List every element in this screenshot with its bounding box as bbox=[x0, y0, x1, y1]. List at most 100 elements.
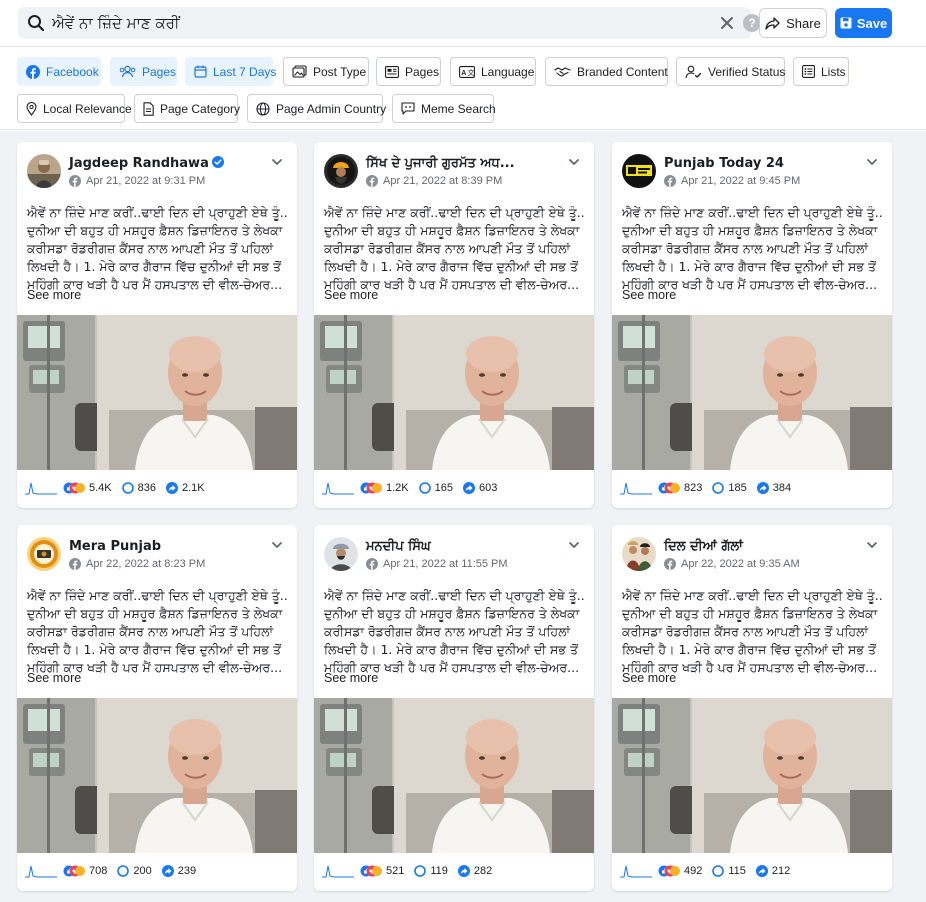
post-card[interactable]: ਸਿੱਖ ਦੇ ਪੁਜਾਰੀ ਗੁਰਮੱਤ ਅਧ... Apr 21, 2022… bbox=[314, 142, 594, 508]
post-text: ਐਵੇਂ ਨਾ ਜ਼ਿੰਦੇ ਮਾਣ ਕਰੀਂ..ਢਾਈ ਦਿਨ ਦੀ ਪ੍ਰਾ… bbox=[622, 587, 884, 677]
filter-chip-post-type[interactable]: Post Type bbox=[283, 57, 369, 86]
post-image[interactable] bbox=[314, 698, 594, 853]
save-button[interactable]: Save bbox=[835, 8, 892, 38]
filter-chip-verified-status[interactable]: Verified Status bbox=[676, 57, 785, 86]
filter-chip-lists[interactable]: Lists bbox=[793, 57, 849, 86]
reactions-stat: 823 bbox=[658, 482, 702, 494]
post-card[interactable]: ਮਨਦੀਪ ਸਿੰਘ Apr 21, 2022 at 11:55 PM ਐਵੇਂ… bbox=[314, 525, 594, 891]
post-stats: 492 115 212 bbox=[620, 860, 794, 882]
comments-stat: 165 bbox=[418, 482, 453, 494]
avatar[interactable] bbox=[27, 537, 61, 571]
post-text: ਐਵੇਂ ਨਾ ਜ਼ਿੰਦੇ ਮਾਣ ਕਰੀਂ..ਢਾਈ ਦਿਨ ਦੀ ਪ੍ਰਾ… bbox=[622, 204, 884, 294]
post-image[interactable] bbox=[314, 315, 594, 470]
post-date[interactable]: Apr 21, 2022 at 9:45 PM bbox=[681, 175, 800, 187]
post-date[interactable]: Apr 22, 2022 at 8:23 PM bbox=[86, 558, 205, 570]
see-more-link[interactable]: See more bbox=[27, 671, 81, 685]
filter-chip-pages[interactable]: Pages bbox=[376, 57, 441, 86]
see-more-link[interactable]: See more bbox=[324, 671, 378, 685]
comment-icon bbox=[121, 482, 134, 494]
filter-chip-meme-search[interactable]: Meme Search bbox=[392, 94, 496, 123]
page-category-icon bbox=[143, 101, 154, 116]
post-text-line: ਲਿਖਦੀ ਹੈ। 1. ਮੇਰੇ ਕਾਰ ਗੈਰਾਜ ਵਿੱਚ ਦੁਨੀਆਂ … bbox=[324, 642, 578, 657]
search-bar[interactable]: ਐਵੇਂ ਨਾ ਜ਼ਿੰਦੇ ਮਾਣ ਕਰੀਂ ? bbox=[18, 7, 761, 39]
comment-icon bbox=[117, 865, 130, 877]
author-name[interactable]: Punjab Today 24 bbox=[664, 156, 784, 171]
author-name[interactable]: ਦਿਲ ਦੀਆਂ ਗੱਲਾਂ bbox=[664, 539, 743, 554]
filter-chip-local-relevance[interactable]: Local Relevance bbox=[17, 94, 132, 123]
facebook-small-icon bbox=[664, 175, 676, 187]
chevron-down-icon[interactable] bbox=[271, 156, 283, 168]
post-date[interactable]: Apr 21, 2022 at 9:31 PM bbox=[86, 175, 205, 187]
comments-stat: 185 bbox=[712, 482, 747, 494]
post-text-line: ਲਿਖਦੀ ਹੈ। 1. ਮੇਰੇ ਕਾਰ ਗੈਰਾਜ ਵਿੱਚ ਦੁਨੀਆਂ … bbox=[27, 642, 281, 657]
chevron-down-icon[interactable] bbox=[568, 156, 580, 168]
verified-user-icon bbox=[685, 65, 702, 78]
shares-stat: 2.1K bbox=[166, 482, 205, 494]
chevron-down-icon[interactable] bbox=[271, 539, 283, 551]
post-text-line: ਲਿਖਦੀ ਹੈ। 1. ਮੇਰੇ ਕਾਰ ਗੈਰਾਜ ਵਿੱਚ ਦੁਨੀਆਂ … bbox=[324, 259, 578, 274]
post-text-line: ਦੁਨੀਆ ਦੀ ਬਹੁਤ ਹੀ ਮਸ਼ਹੂਰ ਫ਼ੈਸ਼ਨ ਡਿਜ਼ਾਇਨਰ … bbox=[27, 606, 283, 621]
post-text-line: ਐਵੇਂ ਨਾ ਜ਼ਿੰਦੇ ਮਾਣ ਕਰੀਂ..ਢਾਈ ਦਿਨ ਦੀ ਪ੍ਰਾ… bbox=[27, 205, 288, 220]
post-stats: 708 200 239 bbox=[25, 860, 200, 882]
share-button[interactable]: Share bbox=[759, 8, 827, 38]
avatar[interactable] bbox=[622, 537, 656, 571]
post-text: ਐਵੇਂ ਨਾ ਜ਼ਿੰਦੇ ਮਾਣ ਕਰੀਂ..ਢਾਈ ਦਿਨ ਦੀ ਪ੍ਰਾ… bbox=[324, 204, 586, 294]
svg-text:文: 文 bbox=[468, 67, 475, 76]
post-meta: Apr 22, 2022 at 8:23 PM bbox=[69, 558, 205, 570]
comment-icon bbox=[414, 865, 427, 877]
activity-sparkline bbox=[620, 865, 652, 878]
post-image[interactable] bbox=[17, 698, 297, 853]
post-image[interactable] bbox=[612, 698, 892, 853]
filter-chip-branded-content[interactable]: Branded Content bbox=[545, 57, 668, 86]
post-date[interactable]: Apr 21, 2022 at 11:55 PM bbox=[383, 558, 508, 570]
filter-chip-pages-type[interactable]: Pages bbox=[110, 57, 177, 86]
facebook-small-icon bbox=[69, 558, 81, 570]
filter-chip-page-category[interactable]: Page Category bbox=[134, 94, 240, 123]
author-name[interactable]: Mera Punjab bbox=[69, 539, 161, 554]
share-count-icon bbox=[463, 482, 475, 494]
post-date[interactable]: Apr 22, 2022 at 9:35 AM bbox=[681, 558, 800, 570]
see-more-link[interactable]: See more bbox=[324, 288, 378, 302]
see-more-link[interactable]: See more bbox=[622, 671, 676, 685]
see-more-link[interactable]: See more bbox=[622, 288, 676, 302]
author-name[interactable]: ਸਿੱਖ ਦੇ ਪੁਜਾਰੀ ਗੁਰਮੱਤ ਅਧ... bbox=[366, 156, 515, 171]
author-name[interactable]: Jagdeep Randhawa bbox=[69, 156, 224, 171]
post-card[interactable]: Punjab Today 24 Apr 21, 2022 at 9:45 PM … bbox=[612, 142, 892, 508]
filter-bar: Facebook Pages Last 7 Days Post Type Pag… bbox=[0, 46, 926, 130]
post-text-line: ਕਰੀਸਡਾ ਰੋਡਰੀਗਜ਼ ਕੈਂਸਰ ਨਾਲ ਆਪਣੀ ਮੌਤ ਤੋਂ ਪ… bbox=[622, 241, 869, 256]
chevron-down-icon[interactable] bbox=[866, 539, 878, 551]
post-stats: 1.2K 165 603 bbox=[322, 477, 501, 499]
meme-search-icon bbox=[401, 102, 415, 115]
filter-chip-language[interactable]: A文 Language bbox=[450, 57, 536, 86]
chevron-down-icon[interactable] bbox=[866, 156, 878, 168]
clear-search-icon[interactable] bbox=[718, 14, 736, 32]
avatar[interactable] bbox=[324, 537, 358, 571]
filter-chip-page-admin-country[interactable]: Page Admin Country bbox=[247, 94, 386, 123]
reactions-stat: 521 bbox=[360, 865, 404, 877]
filter-chip-facebook[interactable]: Facebook bbox=[17, 57, 101, 86]
post-card[interactable]: Jagdeep Randhawa Apr 21, 2022 at 9:31 PM… bbox=[17, 142, 297, 508]
post-image[interactable] bbox=[612, 315, 892, 470]
post-stats: 521 119 282 bbox=[322, 860, 496, 882]
chevron-down-icon[interactable] bbox=[568, 539, 580, 551]
verified-badge-icon bbox=[211, 156, 224, 168]
post-text-line: ਲਿਖਦੀ ਹੈ। 1. ਮੇਰੇ ਕਾਰ ਗੈਰਾਜ ਵਿੱਚ ਦੁਨੀਆਂ … bbox=[27, 259, 281, 274]
avatar[interactable] bbox=[324, 154, 358, 188]
post-image[interactable] bbox=[17, 315, 297, 470]
post-card[interactable]: ਦਿਲ ਦੀਆਂ ਗੱਲਾਂ Apr 22, 2022 at 9:35 AM ਐ… bbox=[612, 525, 892, 891]
reactions-stat: 1.2K bbox=[360, 482, 409, 494]
activity-sparkline bbox=[620, 482, 652, 495]
post-date[interactable]: Apr 21, 2022 at 8:39 PM bbox=[383, 175, 502, 187]
shares-stat: 384 bbox=[756, 482, 791, 494]
filter-chip-date-range[interactable]: Last 7 Days bbox=[185, 57, 276, 86]
see-more-link[interactable]: See more bbox=[27, 288, 81, 302]
author-name[interactable]: ਮਨਦੀਪ ਸਿੰਘ bbox=[366, 539, 431, 554]
pages-icon bbox=[119, 65, 136, 78]
search-query[interactable]: ਐਵੇਂ ਨਾ ਜ਼ਿੰਦੇ ਮਾਣ ਕਰੀਂ bbox=[52, 14, 180, 32]
activity-sparkline bbox=[25, 482, 57, 495]
shares-stat: 239 bbox=[161, 865, 196, 877]
post-card[interactable]: Mera Punjab Apr 22, 2022 at 8:23 PM ਐਵੇਂ… bbox=[17, 525, 297, 891]
avatar[interactable] bbox=[27, 154, 61, 188]
avatar[interactable] bbox=[622, 154, 656, 188]
list-icon bbox=[802, 65, 815, 78]
